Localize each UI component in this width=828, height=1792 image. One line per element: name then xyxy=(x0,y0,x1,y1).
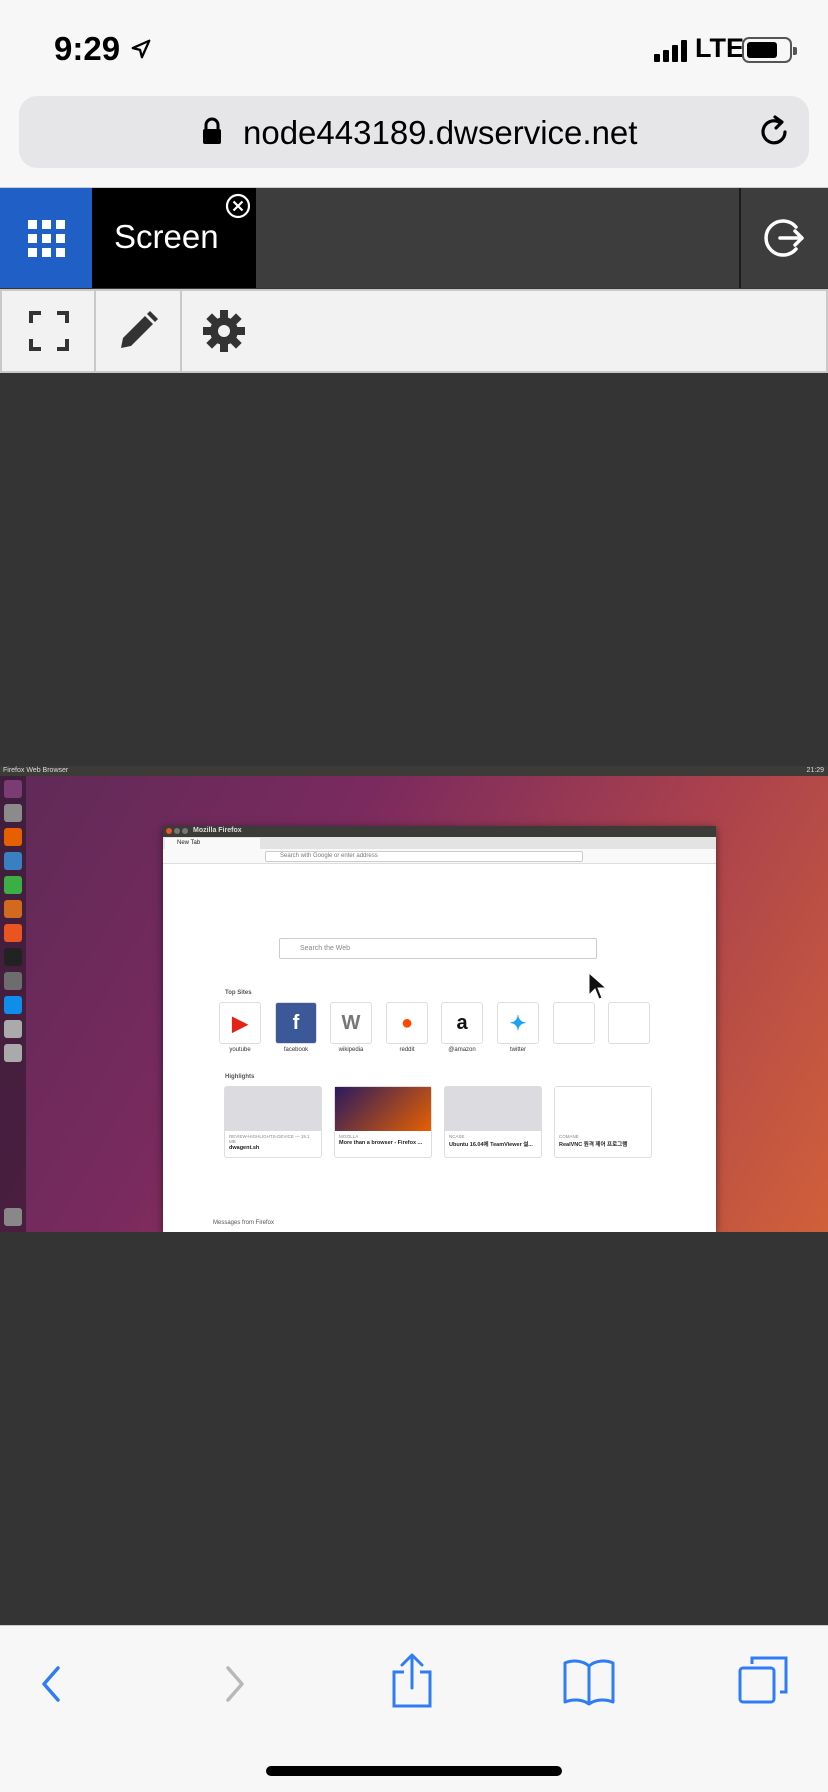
close-tab-icon[interactable] xyxy=(224,192,252,220)
window-titlebar: Mozilla Firefox xyxy=(163,826,716,837)
nav-bar: Search with Google or enter address xyxy=(163,849,716,864)
amazon-icon: a xyxy=(441,1002,483,1044)
fullscreen-button[interactable] xyxy=(6,291,92,371)
highlight-card[interactable]: REVIEW-HIGHLIGHTS-DEVICE — 19.1 MB dwage… xyxy=(224,1086,322,1158)
share-icon[interactable] xyxy=(390,1652,434,1710)
trash-icon[interactable] xyxy=(4,1208,22,1226)
window-controls[interactable] xyxy=(166,828,188,834)
top-site-name: wikipedia xyxy=(338,1047,364,1053)
bookmarks-icon[interactable] xyxy=(562,1656,616,1706)
highlight-source: REVIEW-HIGHLIGHTS-DEVICE — 19.1 MB xyxy=(229,1134,310,1144)
tab-screen-label: Screen xyxy=(114,218,219,255)
window-title: Mozilla Firefox xyxy=(193,827,242,834)
panel-app-title: Firefox Web Browser xyxy=(3,767,69,774)
youtube-icon: ▶ xyxy=(219,1002,261,1044)
messages-heading: Messages from Firefox xyxy=(213,1220,275,1226)
amazon-launcher-icon[interactable] xyxy=(4,948,22,966)
wikipedia-icon: W xyxy=(330,1002,372,1044)
tab-screen[interactable]: Screen xyxy=(92,188,256,288)
dash-icon[interactable] xyxy=(4,780,22,798)
highlight-card[interactable]: COMANE RealVNC 원격 제어 프로그램 xyxy=(554,1086,652,1158)
calc-icon[interactable] xyxy=(4,876,22,894)
impress-icon[interactable] xyxy=(4,900,22,918)
reddit-icon: ● xyxy=(386,1002,428,1044)
top-site-name: @amazon xyxy=(448,1047,476,1053)
highlight-source: NCASE xyxy=(449,1134,465,1139)
drive-icon[interactable] xyxy=(4,1044,22,1062)
ubuntu-top-panel: Firefox Web Browser 21:29 xyxy=(0,766,828,776)
top-site-tile[interactable]: a @amazon xyxy=(441,1002,483,1053)
remote-address-bar[interactable]: Search with Google or enter address xyxy=(265,851,583,862)
tab-strip: New Tab xyxy=(163,837,716,849)
firefox-window: Mozilla Firefox New Tab Search with Goog… xyxy=(163,826,716,1232)
apps-menu-button[interactable] xyxy=(0,188,92,288)
web-search-box[interactable]: Search the Web xyxy=(279,938,597,959)
address-bar[interactable]: node443189.dwservice.net xyxy=(19,96,809,168)
screen-toolbar xyxy=(0,289,828,373)
files-icon[interactable] xyxy=(4,804,22,822)
facebook-icon: f xyxy=(275,1002,317,1044)
firefox-icon[interactable] xyxy=(4,828,22,846)
back-icon[interactable] xyxy=(36,1662,66,1706)
grid-icon xyxy=(27,219,65,257)
status-bar: 9:29 LTE xyxy=(0,0,828,90)
teamviewer-icon[interactable] xyxy=(4,996,22,1014)
ubuntu-launcher xyxy=(0,776,26,1232)
settings-button[interactable] xyxy=(180,291,266,371)
browser-address-area: node443189.dwservice.net xyxy=(0,90,828,188)
highlight-card[interactable]: MOZILLA More than a browser - Firefox ..… xyxy=(334,1086,432,1158)
forward-icon[interactable] xyxy=(220,1662,250,1706)
mouse-cursor-icon xyxy=(588,971,607,1000)
highlight-source: COMANE xyxy=(559,1134,579,1139)
app-header: Screen xyxy=(0,188,828,288)
reload-icon[interactable] xyxy=(755,113,793,151)
empty-site-tile[interactable] xyxy=(553,1002,595,1044)
logout-icon xyxy=(763,219,804,257)
software-icon[interactable] xyxy=(4,924,22,942)
top-sites-heading: Top Sites xyxy=(225,990,252,996)
drive-icon[interactable] xyxy=(4,1020,22,1038)
status-time: 9:29 xyxy=(54,30,121,67)
panel-clock: 21:29 xyxy=(806,767,824,774)
highlight-source: MOZILLA xyxy=(339,1134,359,1139)
url-text: node443189.dwservice.net xyxy=(243,114,638,151)
top-site-tile[interactable]: ✦ twitter xyxy=(497,1002,539,1053)
empty-site-tile[interactable] xyxy=(608,1002,650,1044)
top-site-name: youtube xyxy=(229,1047,251,1053)
top-site-tile[interactable]: f facebook xyxy=(275,1002,317,1053)
top-site-name: facebook xyxy=(283,1047,309,1053)
top-site-name: twitter xyxy=(509,1047,526,1053)
lock-icon xyxy=(203,117,221,144)
logout-button[interactable] xyxy=(739,188,828,288)
signal-strength-icon xyxy=(654,38,687,62)
twitter-icon: ✦ xyxy=(497,1002,539,1044)
highlight-title: dwagent.sh xyxy=(229,1145,260,1151)
pencil-icon xyxy=(121,311,158,348)
remote-screen-view[interactable]: Firefox Web Browser 21:29 Mozilla Firefo… xyxy=(0,766,828,1232)
tabs-icon[interactable] xyxy=(738,1654,790,1706)
fullscreen-icon xyxy=(29,311,69,351)
top-site-name: reddit xyxy=(399,1047,415,1053)
home-indicator xyxy=(266,1766,562,1776)
highlights-heading: Highlights xyxy=(225,1074,255,1080)
top-site-tile[interactable]: ● reddit xyxy=(386,1002,428,1053)
highlight-title: RealVNC 원격 제어 프로그램 xyxy=(559,1142,628,1148)
location-arrow-icon xyxy=(131,39,151,59)
browser-tab[interactable]: New Tab xyxy=(165,838,260,849)
highlight-title: Ubuntu 16.04에 TeamViewer 설... xyxy=(449,1142,533,1148)
gear-icon xyxy=(203,310,245,352)
network-type: LTE xyxy=(695,33,744,63)
edit-button[interactable] xyxy=(94,291,180,371)
settings-launcher-icon[interactable] xyxy=(4,972,22,990)
highlight-card[interactable]: NCASE Ubuntu 16.04에 TeamViewer 설... xyxy=(444,1086,542,1158)
highlight-title: More than a browser - Firefox ... xyxy=(339,1140,423,1146)
top-site-tile[interactable]: ▶ youtube xyxy=(219,1002,261,1053)
writer-icon[interactable] xyxy=(4,852,22,870)
battery-icon xyxy=(742,37,797,63)
top-site-tile[interactable]: W wikipedia xyxy=(330,1002,372,1053)
